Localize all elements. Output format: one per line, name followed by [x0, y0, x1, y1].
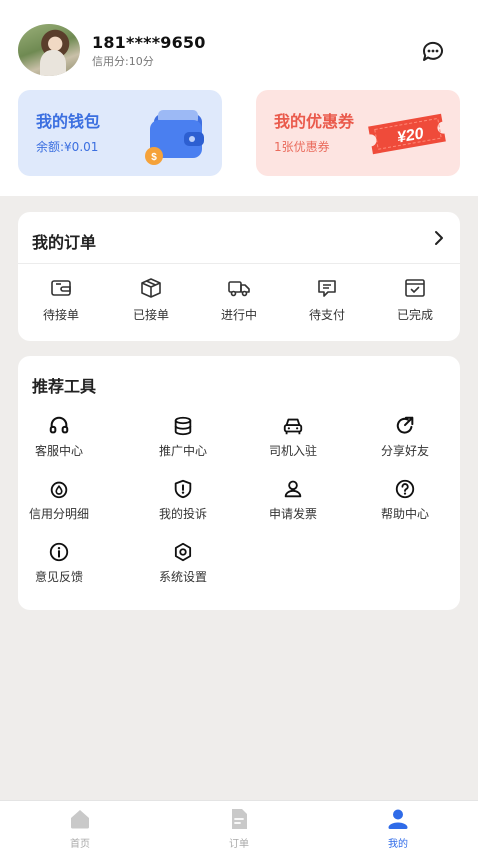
- order-status-unpaid[interactable]: 待支付: [292, 276, 362, 323]
- profile-header: 181****9650 信用分:10分 我的钱包 余额:¥0.01 $ 我的优惠…: [0, 0, 478, 196]
- tab-label: 首页: [70, 839, 90, 850]
- order-status-label: 待支付: [308, 308, 345, 322]
- drop-icon: [50, 481, 68, 499]
- order-status-label: 已完成: [396, 308, 433, 322]
- truck-icon: [228, 281, 250, 297]
- tool-customer-service[interactable]: 客服中心: [14, 415, 104, 459]
- wallet-balance: 余额:¥0.01: [36, 140, 99, 154]
- help-icon: [395, 479, 415, 499]
- box-icon: [141, 278, 161, 298]
- divider: [18, 263, 460, 264]
- tool-label: 申请发票: [268, 507, 317, 521]
- tool-label: 客服中心: [34, 444, 83, 458]
- tab-label: 我的: [388, 839, 408, 850]
- tab-label: 订单: [229, 839, 249, 850]
- tool-help-center[interactable]: 帮助中心: [360, 478, 450, 522]
- coupon-count: 1张优惠券: [274, 140, 330, 154]
- user-phone: 181****9650: [92, 33, 206, 52]
- wallet-card[interactable]: 我的钱包 余额:¥0.01 $: [18, 90, 222, 176]
- tool-promotion-center[interactable]: 推广中心: [138, 415, 228, 459]
- user-icon: [284, 480, 302, 498]
- order-status-completed[interactable]: 已完成: [380, 276, 450, 323]
- order-status-in-progress[interactable]: 进行中: [204, 276, 274, 323]
- order-status-pending[interactable]: 待接单: [26, 276, 96, 323]
- info-icon: [49, 542, 69, 562]
- wallet-illustration-icon: $: [145, 110, 204, 165]
- message-icon[interactable]: [420, 38, 446, 64]
- order-status-label: 进行中: [220, 308, 257, 322]
- tool-label: 信用分明细: [28, 507, 89, 521]
- tool-label: 意见反馈: [34, 570, 83, 584]
- car-icon: [283, 418, 303, 435]
- document-icon: [232, 809, 247, 829]
- tool-label: 推广中心: [158, 444, 207, 458]
- tool-driver-join[interactable]: 司机入驻: [248, 415, 338, 459]
- tool-label: 我的投诉: [158, 507, 207, 521]
- check-box-icon: [405, 279, 425, 297]
- pay-icon: [318, 280, 336, 297]
- bottom-tab-bar: 首页 订单 我的: [0, 800, 478, 850]
- settings-icon: [174, 542, 192, 562]
- avatar[interactable]: [18, 24, 80, 76]
- wallet-title: 我的钱包: [36, 112, 101, 131]
- tool-share-friends[interactable]: 分享好友: [360, 415, 450, 459]
- order-status-accepted[interactable]: 已接单: [116, 276, 186, 323]
- tools-title: 推荐工具: [32, 377, 97, 396]
- tool-credit-details[interactable]: 信用分明细: [14, 478, 104, 522]
- headset-icon: [49, 416, 69, 434]
- share-icon: [396, 416, 414, 434]
- orders-title: 我的订单: [32, 233, 97, 252]
- order-status-label: 已接单: [132, 308, 169, 322]
- tool-system-settings[interactable]: 系统设置: [138, 541, 228, 585]
- svg-text:$: $: [151, 152, 157, 163]
- tab-orders[interactable]: 订单: [199, 807, 279, 850]
- tool-label: 司机入驻: [268, 444, 317, 458]
- shield-alert-icon: [174, 479, 192, 499]
- coupon-title: 我的优惠券: [274, 112, 355, 131]
- orders-panel: 我的订单 待接单 已接单 进行中 待支付 已完成: [18, 212, 460, 341]
- wallet-icon: [51, 280, 71, 296]
- coupon-card[interactable]: 我的优惠券 1张优惠券 ¥20: [256, 90, 460, 176]
- home-icon: [71, 810, 89, 829]
- tools-panel: 推荐工具 客服中心 推广中心 司机入驻 分享好友 信用分明细 我的投诉 申请发票…: [18, 356, 460, 610]
- chevron-right-icon[interactable]: [432, 228, 446, 248]
- tool-my-complaints[interactable]: 我的投诉: [138, 478, 228, 522]
- tab-profile[interactable]: 我的: [358, 807, 438, 850]
- tool-feedback[interactable]: 意见反馈: [14, 541, 104, 585]
- tab-home[interactable]: 首页: [40, 807, 120, 850]
- profile-icon: [388, 809, 408, 829]
- credit-score: 信用分:10分: [92, 55, 154, 68]
- coupon-ticket-icon: ¥20: [368, 113, 446, 155]
- tool-label: 分享好友: [380, 444, 429, 458]
- tool-label: 系统设置: [158, 570, 207, 584]
- tool-apply-invoice[interactable]: 申请发票: [248, 478, 338, 522]
- order-status-label: 待接单: [42, 308, 79, 322]
- tool-label: 帮助中心: [380, 507, 429, 521]
- database-icon: [174, 416, 192, 436]
